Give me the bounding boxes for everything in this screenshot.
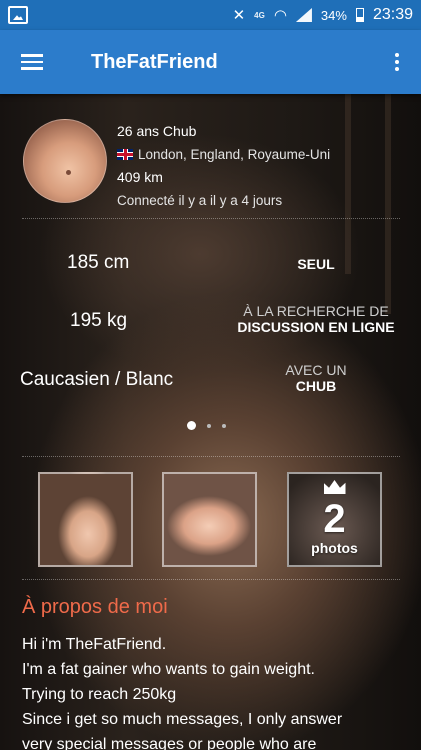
looking-for: À LA RECHERCHE DE DISCUSSION EN LIGNE (216, 303, 416, 335)
profile-last-seen: Connecté il y a il y a 4 jours (117, 193, 283, 208)
profile-headline: 26 ans Chub (117, 123, 197, 139)
profile-location: London, England, Royaume-Uni (117, 143, 330, 166)
more-photos-count: 2 (323, 497, 346, 541)
about-line: I'm a fat gainer who wants to gain weigh… (22, 661, 315, 678)
clock: 23:39 (372, 6, 413, 23)
divider (22, 218, 400, 219)
network-type: 4G (254, 10, 265, 20)
crown-icon (323, 480, 346, 494)
relationship-status: SEUL (216, 256, 416, 272)
about-title: À propos de moi (22, 596, 168, 618)
profile-distance: 409 km (117, 169, 163, 185)
app-bar: TheFatFriend (0, 30, 421, 94)
signal-icon (295, 8, 312, 22)
page-dot[interactable] (187, 421, 196, 430)
weight-value: 195 kg (70, 310, 128, 331)
about-line: very special messages or people who are (22, 736, 317, 750)
with-value: CHUB (295, 378, 337, 394)
height-value: 185 cm (67, 252, 130, 273)
more-photos-label: photos (311, 540, 358, 556)
battery-percent: 34% (320, 7, 347, 23)
more-vert-icon[interactable] (373, 30, 421, 94)
seeking-type: AVEC UN CHUB (216, 362, 416, 394)
status-bar: ✕ 4G ◠ 34% 23:39 (0, 0, 421, 30)
ethnicity-value: Caucasien / Blanc (20, 369, 174, 390)
background-decor (385, 94, 391, 314)
mute-icon: ✕ (232, 7, 246, 24)
about-line: Trying to reach 250kg (22, 686, 177, 703)
battery-icon (355, 8, 364, 22)
uk-flag-icon (117, 149, 133, 160)
photo-thumbnail[interactable] (162, 472, 257, 567)
divider (22, 579, 400, 580)
avatar[interactable] (23, 119, 107, 203)
looking-for-value: DISCUSSION EN LIGNE (237, 319, 395, 335)
photo-thumbnail[interactable] (38, 472, 133, 567)
app-title: TheFatFriend (91, 50, 218, 73)
background-decor (345, 94, 351, 274)
wifi-icon: ◠ (273, 7, 287, 24)
location-text: London, England, Royaume-Uni (138, 147, 331, 162)
page-dot[interactable] (222, 423, 226, 428)
with-label: AVEC UN (285, 362, 347, 378)
more-photos-button[interactable]: 2 photos (287, 472, 382, 567)
profile-info: 26 ans Chub London, England, Royaume-Uni… (117, 120, 330, 212)
profile-content[interactable]: 26 ans Chub London, England, Royaume-Uni… (0, 94, 421, 750)
gallery-icon (8, 6, 28, 24)
menu-icon[interactable] (0, 30, 64, 94)
looking-for-label: À LA RECHERCHE DE (243, 303, 389, 319)
page-dot[interactable] (207, 423, 211, 428)
page-indicator[interactable] (187, 421, 226, 430)
about-line: Hi i'm TheFatFriend. (22, 636, 167, 653)
divider (22, 456, 400, 457)
about-text: Hi i'm TheFatFriend. I'm a fat gainer wh… (22, 632, 407, 750)
about-line: Since i get so much messages, I only ans… (22, 711, 343, 728)
status-value: SEUL (297, 256, 335, 272)
